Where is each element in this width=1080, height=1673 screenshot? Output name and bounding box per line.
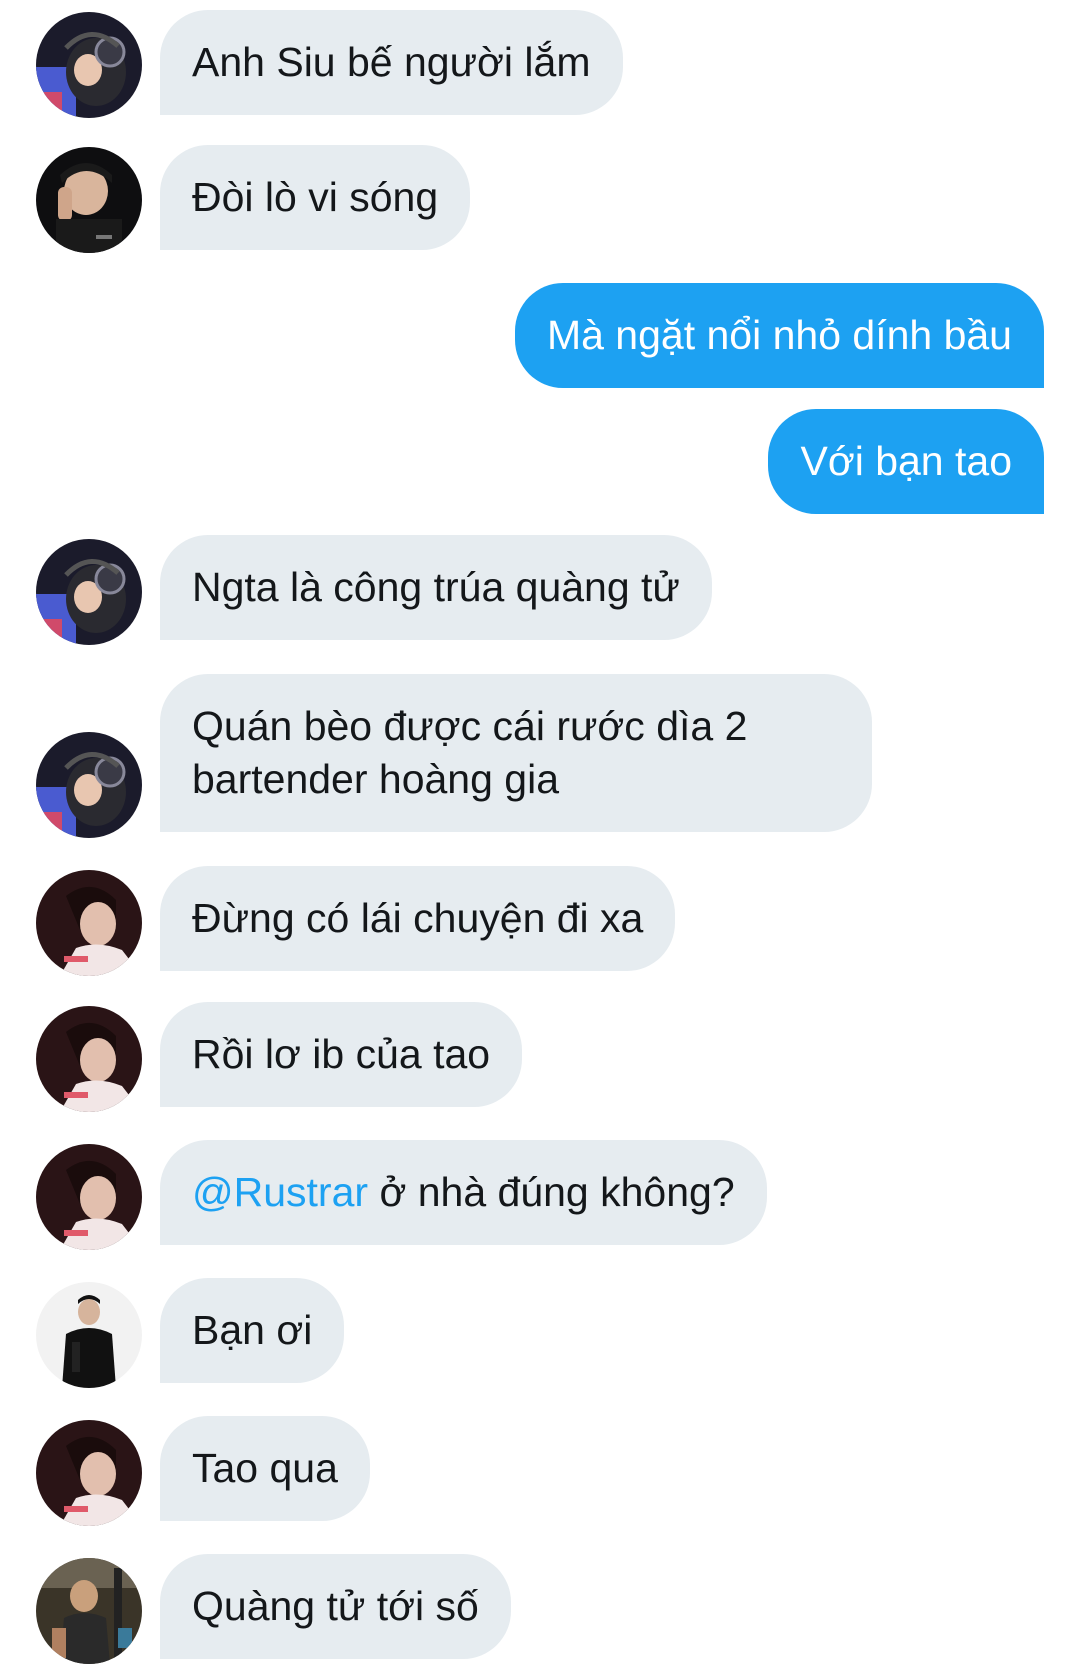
avatar-profile-dark-icon[interactable] [36, 1006, 142, 1112]
message-bubble[interactable]: Mà ngặt nổi nhỏ dính bầu [514, 283, 1044, 388]
avatar-profile-dark-icon[interactable] [36, 1144, 142, 1250]
message-bubble[interactable]: Quán bèo được cái rước dìa 2 bartender h… [160, 674, 872, 832]
avatar-hand-on-face-icon[interactable] [36, 147, 142, 253]
message-bubble[interactable]: Tao qua [160, 1416, 370, 1521]
message-text: Với bạn tao [800, 438, 1012, 484]
message-bubble[interactable]: Bạn ơi [160, 1278, 345, 1383]
message-text: Bạn ơi [192, 1307, 313, 1353]
message-bubble[interactable]: @Rustrar ở nhà đúng không? [160, 1140, 767, 1245]
message-bubble[interactable]: Đòi lò vi sóng [160, 145, 471, 250]
message-text: Đừng có lái chuyện đi xa [192, 895, 644, 941]
message-text: Ngta là công trúa quàng tử [192, 564, 680, 610]
message-bubble[interactable]: Với bạn tao [768, 409, 1044, 514]
message-text: Đòi lò vi sóng [192, 174, 439, 220]
avatar-headset-icon[interactable] [36, 12, 142, 118]
message-thread[interactable]: Anh Siu bế người lắm Đòi lò vi sóng Mà n… [0, 0, 1080, 1673]
avatar-headset-icon[interactable] [36, 539, 142, 645]
message-bubble[interactable]: Quàng tử tới số [160, 1554, 511, 1659]
message-bubble[interactable]: Đừng có lái chuyện đi xa [160, 866, 676, 971]
avatar-gym-icon[interactable] [36, 1558, 142, 1664]
message-text: Mà ngặt nổi nhỏ dính bầu [546, 312, 1012, 358]
message-text: Anh Siu bế người lắm [192, 39, 591, 85]
mention-link[interactable]: @Rustrar [192, 1169, 368, 1215]
avatar-headset-icon[interactable] [36, 732, 142, 838]
message-text: Quán bèo được cái rước dìa 2 bartender h… [192, 703, 748, 802]
message-text: Rồi lơ ib của tao [192, 1031, 491, 1077]
message-text: Tao qua [192, 1445, 338, 1491]
avatar-profile-dark-icon[interactable] [36, 1420, 142, 1526]
message-bubble[interactable]: Anh Siu bế người lắm [160, 10, 623, 115]
message-bubble[interactable]: Ngta là công trúa quàng tử [160, 535, 712, 640]
message-text: Quàng tử tới số [192, 1583, 479, 1629]
avatar-black-jacket-icon[interactable] [36, 1282, 142, 1388]
message-bubble[interactable]: Rồi lơ ib của tao [160, 1002, 523, 1107]
message-text: ở nhà đúng không? [368, 1169, 735, 1215]
avatar-profile-dark-icon[interactable] [36, 870, 142, 976]
